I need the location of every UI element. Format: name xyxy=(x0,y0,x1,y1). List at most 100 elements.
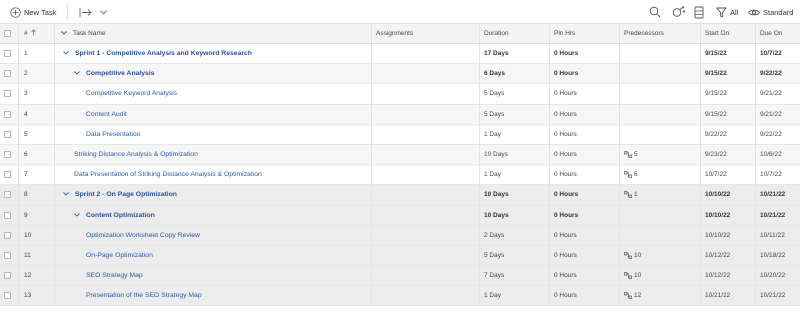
collapse-all-chevron-icon[interactable] xyxy=(61,30,67,37)
pln-hrs-cell[interactable]: 0 Hours xyxy=(549,165,619,185)
table-row[interactable]: 1 Sprint 1 - Competitive Analysis and Key… xyxy=(0,44,800,65)
group-button[interactable] xyxy=(672,0,686,24)
due-on-cell[interactable]: 9/22/22 xyxy=(755,124,800,144)
collapse-chevron-icon[interactable] xyxy=(63,191,69,198)
columns-button[interactable] xyxy=(694,0,704,24)
row-checkbox[interactable] xyxy=(4,44,18,63)
assignments-cell[interactable] xyxy=(371,185,479,205)
row-checkbox[interactable] xyxy=(4,165,18,184)
table-row[interactable]: 5 Data Presentation 1 Day 0 Hours 9/22/22 9/2… xyxy=(0,124,800,145)
start-on-cell[interactable]: 10/10/22 xyxy=(700,185,755,205)
row-checkbox[interactable] xyxy=(4,105,18,124)
collapse-chevron-icon[interactable] xyxy=(74,212,80,219)
due-on-cell[interactable]: 10/21/22 xyxy=(755,185,800,205)
predecessors-cell[interactable] xyxy=(619,104,700,124)
predecessors-cell[interactable] xyxy=(619,44,700,64)
due-on-cell[interactable]: 10/6/22 xyxy=(755,144,800,165)
task-name-cell[interactable]: SEO Strategy Map xyxy=(54,266,371,286)
duration-cell[interactable]: 10 Days xyxy=(479,144,549,165)
due-on-cell[interactable]: 10/20/22 xyxy=(755,266,800,286)
assignments-cell[interactable] xyxy=(371,124,479,144)
header-start-on[interactable]: Start On xyxy=(700,24,755,43)
filter-button[interactable]: All xyxy=(716,0,738,24)
task-name-link[interactable]: Data Presentation xyxy=(86,131,140,138)
pln-hrs-cell[interactable]: 0 Hours xyxy=(549,245,619,266)
assignments-cell[interactable] xyxy=(371,245,479,266)
row-checkbox[interactable] xyxy=(4,185,18,204)
task-name-link[interactable]: Striking Distance Analysis & Optimizatio… xyxy=(74,151,198,158)
task-name-cell[interactable]: Sprint 2 - On Page Optimization xyxy=(54,185,371,205)
row-checkbox[interactable] xyxy=(4,64,18,83)
predecessors-cell[interactable]: 12 xyxy=(619,286,700,306)
start-on-cell[interactable]: 10/7/22 xyxy=(700,165,755,185)
start-on-cell[interactable]: 9/23/22 xyxy=(700,144,755,165)
row-checkbox[interactable] xyxy=(4,226,18,245)
row-checkbox[interactable] xyxy=(4,145,18,164)
assignments-cell[interactable] xyxy=(371,266,479,286)
start-on-cell[interactable]: 9/15/22 xyxy=(700,84,755,104)
duration-cell[interactable]: 2 Days xyxy=(479,225,549,245)
table-row[interactable]: 4 Content Audit 5 Days 0 Hours 9/15/22 9/21/2… xyxy=(0,104,800,125)
header-predecessors[interactable]: Predecessors xyxy=(619,24,700,43)
start-on-cell[interactable]: 10/10/22 xyxy=(700,205,755,225)
predecessors-cell[interactable]: 10 xyxy=(619,266,700,286)
due-on-cell[interactable]: 10/21/22 xyxy=(755,286,800,306)
start-on-cell[interactable]: 10/12/22 xyxy=(700,245,755,266)
table-row[interactable]: 7 Data Presentation of Striking Distance … xyxy=(0,165,800,186)
header-pln-hrs[interactable]: Pln Hrs xyxy=(549,24,619,43)
task-name-cell[interactable]: Presentation of the SEO Strategy Map xyxy=(54,286,371,306)
pln-hrs-cell[interactable]: 0 Hours xyxy=(549,205,619,225)
table-row[interactable]: 8 Sprint 2 - On Page Optimization 10 Days 0… xyxy=(0,185,800,206)
row-checkbox[interactable] xyxy=(4,84,18,103)
task-name-link[interactable]: On-Page Optimization xyxy=(86,252,153,259)
assignments-cell[interactable] xyxy=(371,104,479,124)
task-name-cell[interactable]: Optimization Worksheet Copy Review xyxy=(54,225,371,245)
predecessors-cell[interactable]: 10 xyxy=(619,245,700,266)
assignments-cell[interactable] xyxy=(371,144,479,165)
predecessors-cell[interactable] xyxy=(619,225,700,245)
task-name-link[interactable]: Presentation of the SEO Strategy Map xyxy=(86,292,202,299)
pln-hrs-cell[interactable]: 0 Hours xyxy=(549,144,619,165)
header-num[interactable]: # xyxy=(18,24,54,43)
row-checkbox[interactable] xyxy=(4,266,18,285)
indent-dropdown-button[interactable] xyxy=(100,0,107,24)
collapse-chevron-icon[interactable] xyxy=(63,50,69,57)
predecessors-cell[interactable]: 1 xyxy=(619,185,700,205)
start-on-cell[interactable]: 9/15/22 xyxy=(700,64,755,84)
task-name-cell[interactable]: Content Audit xyxy=(54,104,371,124)
predecessors-cell[interactable]: 6 xyxy=(619,165,700,185)
row-checkbox[interactable] xyxy=(4,286,18,305)
duration-cell[interactable]: 10 Days xyxy=(479,205,549,225)
search-button[interactable] xyxy=(649,0,661,24)
pln-hrs-cell[interactable]: 0 Hours xyxy=(549,185,619,205)
row-checkbox[interactable] xyxy=(4,125,18,144)
duration-cell[interactable]: 1 Day xyxy=(479,165,549,185)
task-name-cell[interactable]: Competitive Analysis xyxy=(54,64,371,84)
table-row[interactable]: 6 Striking Distance Analysis & Optimizati… xyxy=(0,144,800,166)
header-assignments[interactable]: Assignments xyxy=(371,24,479,43)
due-on-cell[interactable]: 10/7/22 xyxy=(755,165,800,185)
due-on-cell[interactable]: 10/11/22 xyxy=(755,225,800,245)
due-on-cell[interactable]: 10/7/22 xyxy=(755,44,800,64)
predecessors-cell[interactable] xyxy=(619,84,700,104)
row-checkbox[interactable] xyxy=(4,206,18,225)
task-name-cell[interactable]: Data Presentation of Striking Distance A… xyxy=(54,165,371,185)
start-on-cell[interactable]: 10/21/22 xyxy=(700,286,755,306)
indent-button[interactable] xyxy=(79,0,93,24)
table-row[interactable]: 11 On-Page Optimization 5 Days 0 Hours 10 10/… xyxy=(0,245,800,267)
pln-hrs-cell[interactable]: 0 Hours xyxy=(549,64,619,84)
task-name-link[interactable]: Content Optimization xyxy=(86,212,155,219)
task-name-cell[interactable]: On-Page Optimization xyxy=(54,245,371,266)
duration-cell[interactable]: 5 Days xyxy=(479,104,549,124)
task-name-cell[interactable]: Sprint 1 - Competitive Analysis and Keyw… xyxy=(54,44,371,64)
task-name-link[interactable]: Sprint 2 - On Page Optimization xyxy=(75,191,177,198)
task-name-cell[interactable]: Content Optimization xyxy=(54,205,371,225)
duration-cell[interactable]: 7 Days xyxy=(479,266,549,286)
view-button[interactable]: Standard xyxy=(748,0,793,24)
task-name-link[interactable]: Data Presentation of Striking Distance A… xyxy=(74,171,262,178)
duration-cell[interactable]: 17 Days xyxy=(479,44,549,64)
duration-cell[interactable]: 5 Days xyxy=(479,84,549,104)
duration-cell[interactable]: 6 Days xyxy=(479,64,549,84)
predecessors-cell[interactable] xyxy=(619,64,700,84)
table-row[interactable]: 9 Content Optimization 10 Days 0 Hours 10/10… xyxy=(0,205,800,226)
